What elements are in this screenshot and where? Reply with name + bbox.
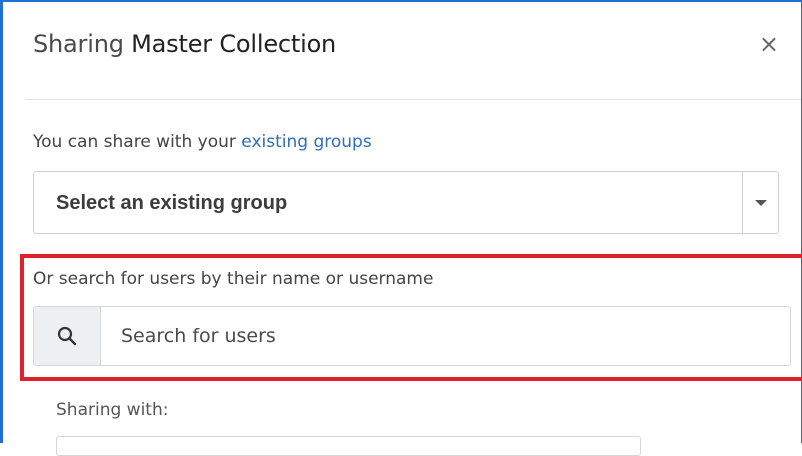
existing-group-select-value: Select an existing group [56, 192, 288, 214]
highlight-annotation-box [20, 254, 802, 381]
share-groups-intro-text: You can share with your [33, 132, 242, 152]
modal-title-prefix: Sharing [33, 30, 124, 58]
sharing-with-field[interactable] [56, 436, 641, 456]
existing-groups-link[interactable]: existing groups [241, 132, 371, 152]
header-divider [25, 99, 801, 100]
sharing-with-label: Sharing with: [56, 400, 169, 420]
chevron-down-icon [754, 199, 767, 206]
share-groups-intro: You can share with your existing groups [33, 132, 372, 152]
close-icon: × [758, 30, 779, 58]
group-select-dropdown-toggle[interactable] [742, 172, 778, 233]
modal-title: Sharing Master Collection [33, 30, 336, 58]
modal-title-collection-name: Master Collection [131, 30, 337, 58]
close-button[interactable]: × [759, 32, 779, 56]
existing-group-select[interactable]: Select an existing group [33, 171, 779, 234]
share-modal: Sharing Master Collection × You can shar… [0, 0, 802, 456]
